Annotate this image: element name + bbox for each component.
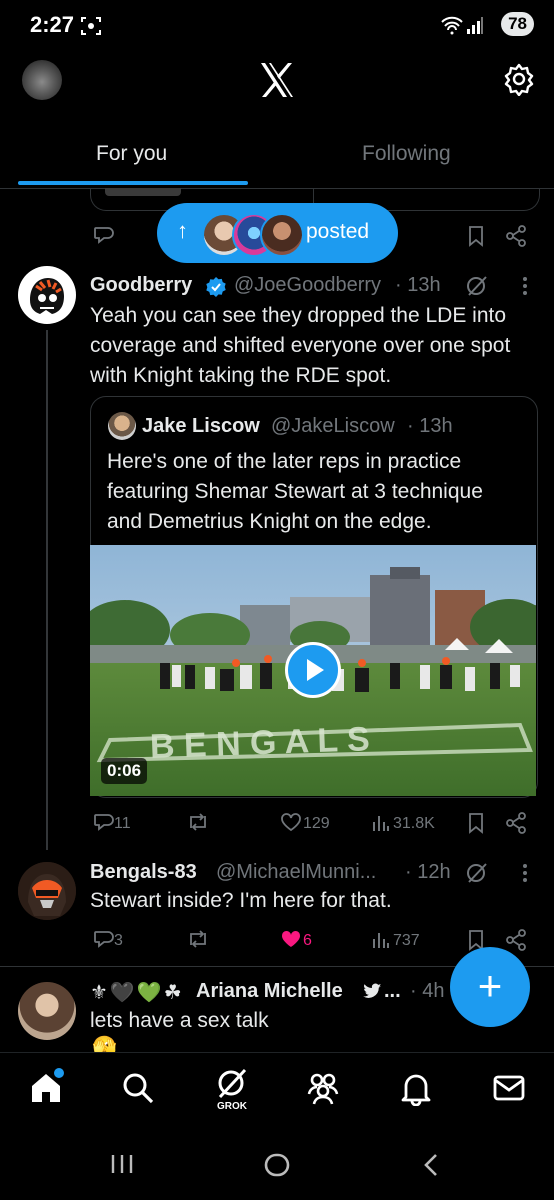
liked-heart-icon[interactable] <box>280 929 302 954</box>
view-count: 31.8K <box>393 815 435 832</box>
like-count: 129 <box>303 815 330 832</box>
author-name[interactable]: Goodberry <box>90 274 192 297</box>
reply-count: 11 <box>114 815 131 832</box>
quoted-author-name: Jake Liscow <box>142 415 260 437</box>
x-logo-icon[interactable] <box>255 58 299 102</box>
reply-icon[interactable] <box>92 225 114 250</box>
post-time: · 12h <box>405 861 451 883</box>
quoted-text-line: Here's one of the later reps in practice <box>107 450 462 473</box>
bookmark-icon[interactable] <box>467 812 485 839</box>
timeline-tabs: For you Following <box>0 128 554 189</box>
avatar-bengals-83[interactable] <box>18 862 76 920</box>
arrow-up-icon: ↑ <box>177 218 188 243</box>
author-name[interactable]: Ariana Michelle <box>196 980 343 1003</box>
recent-apps-icon[interactable] <box>110 1152 134 1181</box>
views-icon[interactable] <box>371 812 391 837</box>
post-time: · 13h <box>395 274 441 296</box>
reply-count: 3 <box>114 932 123 949</box>
repost-icon[interactable] <box>186 812 210 837</box>
search-icon[interactable] <box>120 1070 156 1106</box>
bottom-nav <box>0 1052 554 1127</box>
post-time: · 4h <box>410 980 445 1002</box>
post-text-line: Stewart inside? I'm here for that. <box>90 889 392 912</box>
grok-nav-icon[interactable] <box>214 1066 250 1102</box>
reply-icon[interactable] <box>92 812 114 837</box>
settings-gear-icon[interactable] <box>502 62 536 97</box>
post-text-line: lets have a sex talk <box>90 1009 269 1032</box>
battery-level: 78 <box>501 12 534 36</box>
messages-icon[interactable] <box>491 1070 527 1106</box>
quoted-author-handle: @JakeLiscow <box>271 415 395 437</box>
author-handle[interactable]: @MichaelMunni... <box>216 861 376 884</box>
more-options-icon[interactable] <box>522 863 528 888</box>
verified-badge-icon <box>205 276 227 303</box>
video-duration: 0:06 <box>101 758 148 784</box>
reply-icon[interactable] <box>92 929 114 954</box>
author-handle[interactable]: ... <box>384 980 401 1003</box>
quoted-text-line: and Demetrius Knight on the edge. <box>107 510 432 533</box>
share-icon[interactable] <box>505 812 527 839</box>
post-text-line: coverage and shifted everyone over one s… <box>90 334 511 357</box>
repost-icon[interactable] <box>186 929 210 954</box>
status-time: 2:27 <box>30 12 75 37</box>
view-count: 737 <box>393 932 420 949</box>
bookmark-icon[interactable] <box>467 225 485 252</box>
play-button[interactable] <box>285 642 341 698</box>
avatar-ariana-michelle[interactable] <box>18 982 76 1040</box>
grok-icon[interactable] <box>465 861 489 890</box>
active-tab-indicator <box>18 181 248 185</box>
signal-icon <box>466 15 484 40</box>
notifications-bell-icon[interactable] <box>398 1070 434 1107</box>
grok-icon[interactable] <box>465 274 489 303</box>
communities-icon[interactable] <box>305 1070 341 1106</box>
notification-dot <box>52 1066 66 1080</box>
pill-avatar-3 <box>260 213 304 257</box>
status-bar: 2:27 78 <box>0 0 554 50</box>
like-icon[interactable] <box>280 812 302 837</box>
wifi-icon <box>440 15 464 40</box>
svg-text:B E N G A L S: B E N G A L S <box>149 720 370 766</box>
back-icon[interactable] <box>422 1152 440 1183</box>
post-text-line: Yeah you can see they dropped the LDE in… <box>90 304 507 327</box>
views-icon[interactable] <box>371 929 391 954</box>
thread-connector <box>46 330 48 850</box>
more-options-icon[interactable] <box>522 276 528 301</box>
author-name[interactable]: Bengals-83 <box>90 861 197 884</box>
post-text-line: with Knight taking the RDE spot. <box>90 364 392 387</box>
quoted-post-time: · 13h <box>407 415 453 437</box>
quoted-text-line: featuring Shemar Stewart at 3 technique <box>107 480 483 503</box>
grok-label: GROK <box>217 1101 247 1112</box>
share-icon[interactable] <box>505 225 527 252</box>
previous-post-tag <box>105 188 181 196</box>
screen-record-icon <box>80 16 102 41</box>
tab-for-you[interactable]: For you <box>96 142 167 166</box>
like-count: 6 <box>303 932 312 949</box>
twitter-bird-icon <box>362 983 382 1006</box>
profile-avatar[interactable] <box>22 60 62 100</box>
post-emoji: 🫣 <box>92 1036 117 1052</box>
plus-icon: + <box>477 962 503 1009</box>
home-button-icon[interactable] <box>264 1152 290 1183</box>
posted-label: posted <box>306 220 370 243</box>
avatar-jake-liscow <box>108 412 136 440</box>
author-handle[interactable]: @JoeGoodberry <box>234 274 381 297</box>
tab-following[interactable]: Following <box>362 142 451 166</box>
author-name-emojis: ⚜🖤💚☘ <box>90 982 184 1004</box>
avatar-goodberry[interactable] <box>18 266 76 324</box>
